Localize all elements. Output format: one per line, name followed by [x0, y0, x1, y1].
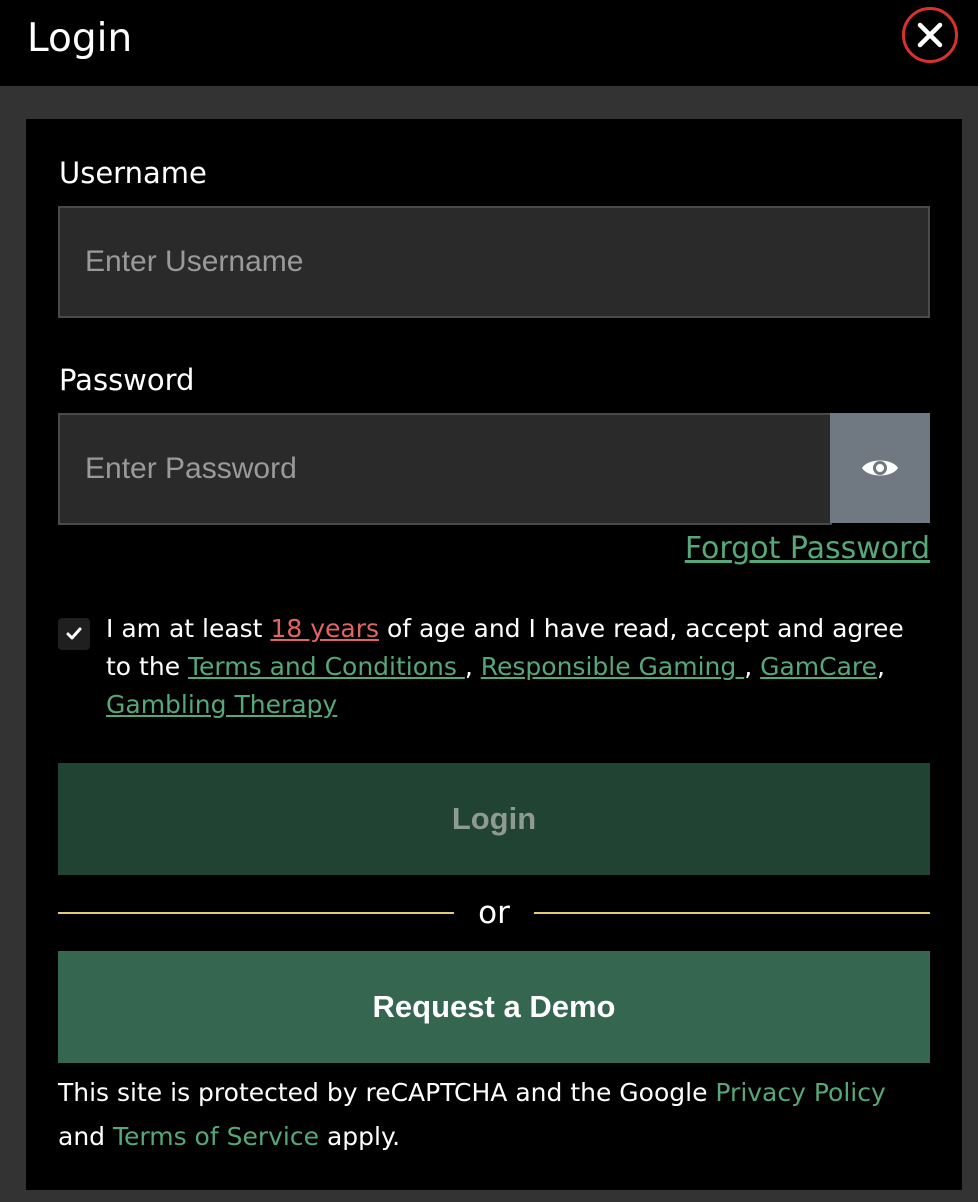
recaptcha-notice: This site is protected by reCAPTCHA and …	[58, 1071, 930, 1159]
eye-icon	[862, 460, 898, 476]
age-agreement-text: I am at least 18 years of age and I have…	[106, 610, 936, 724]
username-label: Username	[59, 156, 207, 190]
age-link[interactable]: 18 years	[270, 614, 379, 643]
divider-right	[534, 912, 930, 914]
password-label: Password	[59, 363, 195, 397]
show-password-button[interactable]	[830, 413, 930, 523]
recaptcha-text-3: apply.	[319, 1122, 401, 1151]
password-input[interactable]	[58, 413, 832, 525]
recaptcha-text-1: This site is protected by reCAPTCHA and …	[58, 1078, 716, 1107]
username-input[interactable]	[58, 206, 930, 318]
check-icon	[66, 627, 82, 640]
agreement-separator-3: ,	[877, 652, 885, 681]
agreement-text-1: I am at least	[106, 614, 271, 643]
terms-and-conditions-link[interactable]: Terms and Conditions	[188, 652, 465, 681]
login-button[interactable]: Login	[58, 763, 930, 875]
recaptcha-text-2: and	[58, 1122, 113, 1151]
close-icon	[917, 22, 943, 48]
responsible-gaming-link[interactable]: Responsible Gaming	[481, 652, 744, 681]
terms-of-service-link[interactable]: Terms of Service	[113, 1122, 319, 1151]
age-agreement-checkbox[interactable]	[58, 618, 90, 650]
forgot-password-link[interactable]: Forgot Password	[685, 527, 930, 571]
agreement-separator-1: ,	[464, 652, 481, 681]
close-button[interactable]	[902, 7, 958, 63]
request-demo-button[interactable]: Request a Demo	[58, 951, 930, 1063]
privacy-policy-link[interactable]: Privacy Policy	[715, 1078, 885, 1107]
modal-header: Login	[0, 0, 978, 86]
agreement-separator-2: ,	[744, 652, 761, 681]
login-form-panel: Username Password Forgot Password I am a…	[26, 119, 962, 1190]
gamcare-link[interactable]: GamCare	[760, 652, 877, 681]
modal-title: Login	[27, 16, 133, 61]
gambling-therapy-link[interactable]: Gambling Therapy	[106, 690, 337, 719]
